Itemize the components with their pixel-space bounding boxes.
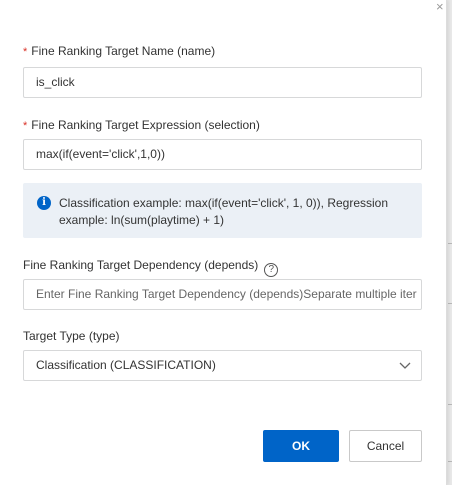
backdrop-divider — [448, 461, 452, 462]
expression-label: * Fine Ranking Target Expression (selecti… — [23, 117, 260, 134]
type-label: Target Type (type) — [23, 328, 120, 344]
backdrop-divider — [448, 243, 452, 244]
target-type-select[interactable]: Classification (CLASSIFICATION) — [23, 350, 422, 381]
target-type-value: Classification (CLASSIFICATION) — [36, 358, 216, 372]
close-icon[interactable]: × — [436, 0, 447, 16]
depends-label: Fine Ranking Target Dependency (depends)… — [23, 257, 279, 277]
example-text: Classification example: max(if(event='cl… — [59, 196, 389, 227]
backdrop-divider — [448, 303, 452, 304]
expression-example-notice: i Classification example: max(if(event='… — [23, 183, 422, 238]
expression-label-text: Fine Ranking Target Expression (selectio… — [31, 118, 260, 132]
depends-label-text: Fine Ranking Target Dependency (depends) — [23, 258, 259, 272]
ok-button[interactable]: OK — [263, 430, 339, 462]
page-backdrop — [447, 0, 452, 485]
name-input[interactable]: is_click — [23, 67, 422, 98]
depends-input[interactable]: Enter Fine Ranking Target Dependency (de… — [23, 279, 422, 310]
name-label: * Fine Ranking Target Name (name) — [23, 43, 215, 60]
question-icon[interactable]: ? — [264, 263, 279, 277]
type-label-text: Target Type (type) — [23, 329, 120, 343]
required-mark: * — [23, 46, 28, 58]
name-label-text: Fine Ranking Target Name (name) — [31, 44, 216, 58]
target-dialog: × * Fine Ranking Target Name (name) is_cl… — [0, 0, 447, 485]
expression-input[interactable]: max(if(event='click',1,0)) — [23, 139, 422, 170]
chevron-down-icon — [399, 362, 411, 369]
cancel-button[interactable]: Cancel — [349, 430, 422, 462]
backdrop-divider — [448, 404, 452, 405]
info-icon: i — [37, 196, 51, 210]
required-mark: * — [23, 120, 28, 132]
